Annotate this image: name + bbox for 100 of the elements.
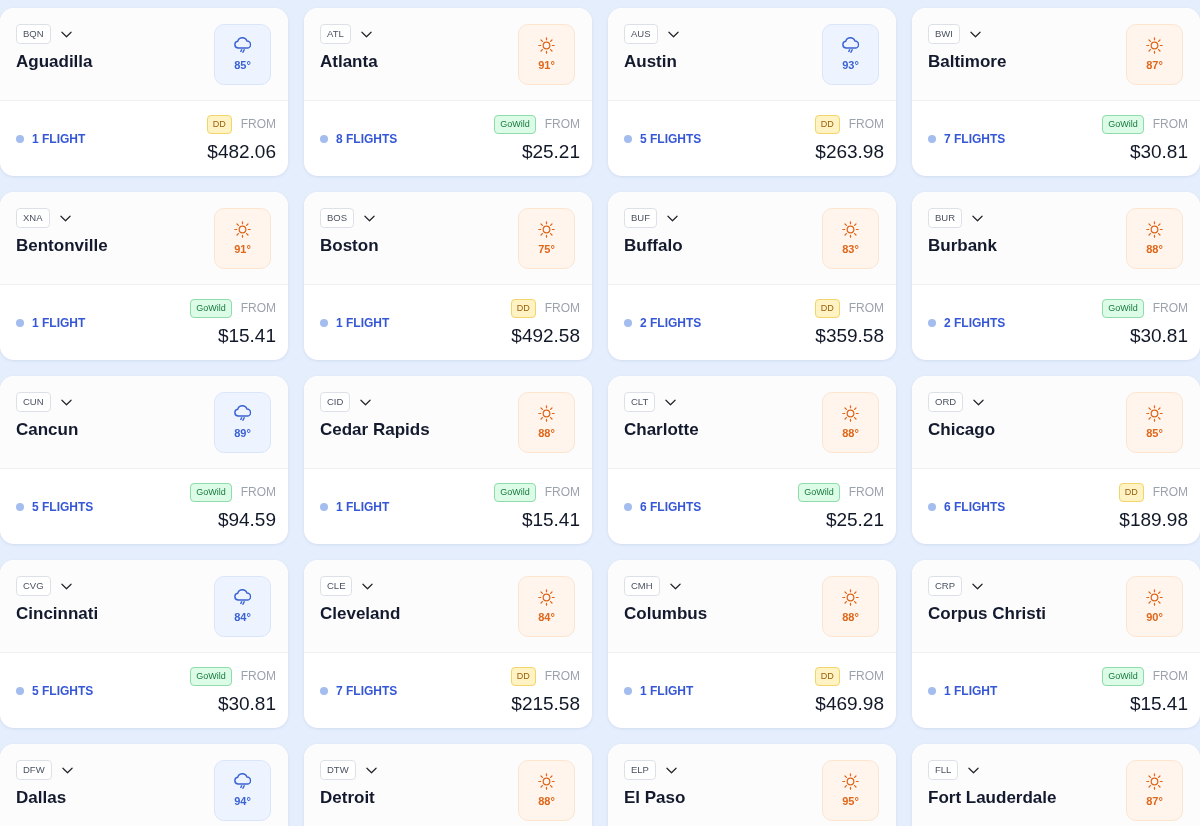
from-label: FROM xyxy=(848,485,884,499)
airport-code: AUS xyxy=(624,24,658,44)
caret-icon[interactable] xyxy=(360,30,372,38)
temperature: 85° xyxy=(1146,427,1163,440)
temperature: 83° xyxy=(842,243,859,256)
price: $482.06 xyxy=(207,140,276,163)
flights-link[interactable]: 1 FLIGHT xyxy=(336,313,390,332)
dot-icon xyxy=(928,134,936,143)
flights-link[interactable]: 7 FLIGHTS xyxy=(944,129,1006,148)
caret-icon[interactable] xyxy=(972,214,984,222)
caret-icon[interactable] xyxy=(969,30,981,38)
caret-icon[interactable] xyxy=(362,582,374,590)
temperature: 85° xyxy=(234,59,251,72)
city-name: Cedar Rapids xyxy=(320,419,430,441)
price: $189.98 xyxy=(1119,508,1188,531)
caret-icon[interactable] xyxy=(60,30,72,38)
caret-icon[interactable] xyxy=(61,766,73,774)
city-name: Detroit xyxy=(320,787,376,809)
price: $30.81 xyxy=(217,692,276,715)
fare-badge: DD xyxy=(814,666,840,686)
temperature: 93° xyxy=(842,59,859,72)
airport-code: CRP xyxy=(928,576,963,596)
caret-icon[interactable] xyxy=(973,398,985,406)
price: $30.81 xyxy=(1129,324,1188,347)
fare-badge: DD xyxy=(1118,482,1144,502)
temperature: 75° xyxy=(538,243,555,256)
sun-icon xyxy=(1146,589,1163,606)
airport-code: BUR xyxy=(928,208,963,228)
flights-link[interactable]: 5 FLIGHTS xyxy=(32,681,94,700)
from-label: FROM xyxy=(848,301,884,315)
flights-link[interactable]: 1 FLIGHT xyxy=(32,129,86,148)
flights-link[interactable]: 1 FLIGHT xyxy=(944,681,998,700)
temperature: 84° xyxy=(538,611,555,624)
airport-code: CVG xyxy=(16,576,51,596)
caret-icon[interactable] xyxy=(365,766,377,774)
flights-link[interactable]: 5 FLIGHTS xyxy=(32,497,94,516)
dot-icon xyxy=(320,134,328,143)
dot-icon xyxy=(928,686,936,695)
fare-badge: GoWild xyxy=(1102,114,1144,134)
fare-badge: DD xyxy=(206,114,232,134)
fare-badge: GoWild xyxy=(494,482,536,502)
caret-icon[interactable] xyxy=(667,214,678,222)
airport-code: BQN xyxy=(16,24,51,44)
fare-badge: GoWild xyxy=(190,666,232,686)
city-name: Dallas xyxy=(16,787,68,809)
caret-icon[interactable] xyxy=(59,214,71,222)
airport-code: FLL xyxy=(928,760,959,780)
fare-badge: GoWild xyxy=(190,482,232,502)
price: $94.59 xyxy=(217,508,276,531)
flights-link[interactable]: 2 FLIGHTS xyxy=(944,313,1006,332)
from-label: FROM xyxy=(544,485,580,499)
dot-icon xyxy=(320,686,328,695)
airport-code: CLE xyxy=(320,576,353,596)
rain-cloud-icon xyxy=(234,589,251,606)
flights-link[interactable]: 8 FLIGHTS xyxy=(336,129,398,148)
sun-icon xyxy=(842,773,859,790)
caret-icon[interactable] xyxy=(60,398,72,406)
from-label: FROM xyxy=(240,117,276,131)
flights-link[interactable]: 1 FLIGHT xyxy=(32,313,86,332)
flights-link[interactable]: 5 FLIGHTS xyxy=(640,129,702,148)
city-name: Atlanta xyxy=(320,51,378,73)
dot-icon xyxy=(624,134,632,143)
caret-icon[interactable] xyxy=(665,766,677,774)
caret-icon[interactable] xyxy=(665,398,677,406)
caret-icon[interactable] xyxy=(972,582,984,590)
rain-cloud-icon xyxy=(842,37,859,54)
temperature: 88° xyxy=(538,795,555,808)
caret-icon[interactable] xyxy=(669,582,681,590)
flights-link[interactable]: 6 FLIGHTS xyxy=(640,497,702,516)
flights-link[interactable]: 2 FLIGHTS xyxy=(640,313,702,332)
dot-icon xyxy=(320,502,328,511)
flights-link[interactable]: 1 FLIGHT xyxy=(640,681,694,700)
price: $359.58 xyxy=(815,324,884,347)
flights-link[interactable]: 1 FLIGHT xyxy=(336,497,390,516)
fare-badge: GoWild xyxy=(798,482,840,502)
price: $215.58 xyxy=(511,692,580,715)
caret-icon[interactable] xyxy=(667,30,679,38)
caret-icon[interactable] xyxy=(60,582,72,590)
sun-icon xyxy=(538,773,555,790)
from-label: FROM xyxy=(848,117,884,131)
sun-icon xyxy=(1146,221,1163,238)
flights-link[interactable]: 7 FLIGHTS xyxy=(336,681,398,700)
dot-icon xyxy=(624,686,632,695)
airport-code: DFW xyxy=(16,760,52,780)
temperature: 89° xyxy=(234,427,251,440)
city-name: Columbus xyxy=(624,603,708,625)
temperature: 88° xyxy=(842,427,859,440)
flights-link[interactable]: 6 FLIGHTS xyxy=(944,497,1006,516)
temperature: 87° xyxy=(1146,795,1163,808)
price: $25.21 xyxy=(825,508,884,531)
city-name: Chicago xyxy=(928,419,996,441)
rain-cloud-icon xyxy=(234,405,251,422)
city-name: Corpus Christi xyxy=(928,603,1047,625)
fare-badge: DD xyxy=(814,114,840,134)
temperature: 94° xyxy=(234,795,251,808)
city-name: Cancun xyxy=(16,419,79,441)
caret-icon[interactable] xyxy=(968,766,980,774)
city-name: Cleveland xyxy=(320,603,401,625)
caret-icon[interactable] xyxy=(364,214,376,222)
caret-icon[interactable] xyxy=(360,398,372,406)
